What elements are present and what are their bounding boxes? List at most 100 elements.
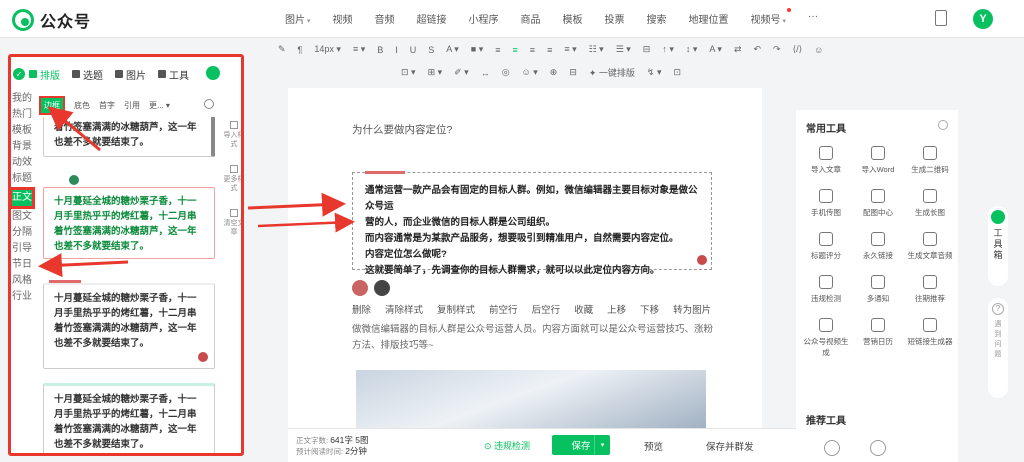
toolbar-button[interactable]: ↔ (475, 68, 496, 78)
gear-icon[interactable] (938, 120, 948, 130)
block-action[interactable]: 后空行 (532, 302, 561, 316)
toolbar-button[interactable]: ¶ (292, 45, 309, 55)
toolbar-button[interactable]: ✎ (272, 44, 292, 55)
tool-item[interactable]: 标题评分 (800, 232, 852, 261)
tool-item[interactable]: 往期推荐 (904, 275, 956, 304)
nav-item[interactable]: 视频号 ▾ (740, 8, 798, 26)
category-item[interactable]: 我的 (11, 91, 33, 107)
toolbar-button[interactable]: ☷ ▾ (583, 44, 610, 55)
category-item[interactable]: 风格 (11, 273, 33, 289)
status-dot-icon[interactable] (206, 66, 220, 80)
violation-check-button[interactable]: ⊙ 违规检测 (484, 439, 530, 452)
app-logo[interactable]: 公众号 (12, 8, 91, 32)
block-action[interactable]: 复制样式 (437, 302, 475, 316)
style-subtab[interactable]: 底色 (74, 100, 90, 111)
block-action[interactable]: 下移 (640, 302, 659, 316)
nav-item[interactable]: 图片 ▾ (274, 11, 322, 26)
block-action[interactable]: 收藏 (574, 302, 593, 316)
tool-icon[interactable] (824, 440, 840, 456)
toolbar-button[interactable]: ☺ ▾ (516, 67, 544, 78)
style-card[interactable]: 十月蔓延全城的糖炒栗子香，十一月手里热乎乎的烤红薯，十二月串着竹签塞满满的冰糖葫… (43, 383, 215, 453)
tool-icon[interactable] (870, 440, 886, 456)
help-tab[interactable]: ? 遇到问题 (988, 298, 1008, 398)
panel-tool[interactable]: 更多样式 (223, 165, 241, 193)
search-icon[interactable] (204, 99, 214, 109)
toolbar-button[interactable]: ⊟ (637, 44, 657, 55)
nav-item[interactable]: 小程序 (458, 11, 510, 26)
toolbar-button[interactable]: ≡ (507, 45, 524, 55)
toolbar-button[interactable]: ⊟ (563, 67, 583, 78)
category-item[interactable]: 引导 (11, 241, 33, 257)
toolbar-button[interactable]: A ▾ (703, 44, 728, 55)
nav-item[interactable]: ··· (797, 11, 829, 26)
selected-block[interactable]: 通常运营一款产品会有固定的目标人群。例如，微信编辑器主要目标对象是做公众号运 营的… (352, 171, 712, 276)
toolbar-button[interactable]: ✦ 一键排版 (583, 66, 641, 79)
style-subtab[interactable]: 首字 (99, 100, 115, 111)
tool-item[interactable]: 导入文章 (800, 146, 852, 175)
avatar[interactable]: Y (973, 9, 993, 29)
nav-item[interactable]: 商品 (510, 11, 552, 26)
nav-item[interactable]: 音频 (364, 11, 406, 26)
toolbar-button[interactable]: ≡ ▾ (558, 44, 582, 55)
style-subtab[interactable]: 边框 (39, 95, 65, 115)
panel-tab[interactable]: 排版 (29, 67, 60, 82)
toolbar-button[interactable]: ⇄ (728, 44, 748, 55)
tool-item[interactable]: 违规检测 (800, 275, 852, 304)
doc-image[interactable] (356, 370, 706, 430)
category-item[interactable]: 标题 (11, 171, 33, 187)
toolbar-button[interactable]: I (389, 45, 404, 55)
nav-item[interactable]: 超链接 (406, 11, 458, 26)
toolbar-button[interactable]: ⟨/⟩ (787, 44, 809, 55)
style-card[interactable]: 十月蔓延全城的糖炒栗子香，十一月手里热乎乎的烤红薯，十二月串着竹签塞满满的冰糖葫… (43, 283, 215, 369)
panel-tool[interactable]: 导入样式 (223, 121, 241, 149)
toolbar-button[interactable]: ⊞ ▾ (422, 67, 449, 78)
toolbar-button[interactable]: ✐ ▾ (448, 67, 475, 78)
phone-preview-icon[interactable] (935, 10, 947, 26)
toolbar-button[interactable]: ↶ (747, 44, 767, 55)
style-card[interactable]: 十月蔓延全城的糖炒栗子香，十一月手里热乎乎的烤红薯，十二月串着竹签塞满满的冰糖葫… (43, 187, 215, 259)
toolbar-button[interactable]: ☺ (808, 45, 829, 55)
toolbar-button[interactable]: ⊡ (667, 67, 687, 78)
panel-tab[interactable]: 图片 (115, 67, 146, 82)
toolbox-tab[interactable]: 工具箱 (988, 206, 1008, 286)
nav-item[interactable]: 模板 (552, 11, 594, 26)
toolbar-button[interactable]: U (404, 45, 423, 55)
nav-item[interactable]: 投票 (594, 11, 636, 26)
toolbar-button[interactable]: ≡ ▾ (347, 44, 371, 55)
save-options-chevron-icon[interactable]: ▾ (594, 435, 610, 455)
style-subtab[interactable]: 更... ▾ (149, 100, 170, 111)
toolbar-button[interactable]: B (371, 45, 389, 55)
preview-button[interactable]: 预览 (644, 439, 663, 453)
category-item[interactable]: 分隔 (11, 225, 33, 241)
toolbar-button[interactable]: ◎ (496, 67, 516, 78)
toolbar-button[interactable]: ⊡ ▾ (395, 67, 422, 78)
tool-item[interactable]: 永久链接 (852, 232, 904, 261)
style-subtab[interactable]: 引用 (124, 100, 140, 111)
category-item[interactable]: 模板 (11, 123, 33, 139)
block-action[interactable]: 清除样式 (385, 302, 423, 316)
category-item[interactable]: 行业 (11, 289, 33, 305)
tool-item[interactable]: 导入Word (852, 146, 904, 175)
toolbar-button[interactable]: ↷ (767, 44, 787, 55)
toolbar-button[interactable]: S (422, 45, 440, 55)
toolbar-button[interactable]: ☰ ▾ (610, 44, 637, 55)
toolbar-button[interactable]: ↯ ▾ (641, 67, 668, 78)
category-item[interactable]: 热门 (11, 107, 33, 123)
block-action[interactable]: 前空行 (489, 302, 518, 316)
tool-item[interactable]: 短链接生成器 (904, 318, 956, 358)
category-item[interactable]: 节日 (11, 257, 33, 273)
nav-item[interactable]: 视频 (322, 11, 364, 26)
color-swatch-dark[interactable] (374, 280, 390, 296)
panel-tab[interactable]: 工具 (158, 67, 189, 82)
panel-tool[interactable]: 清空文章 (223, 209, 241, 237)
block-action[interactable]: 转为图片 (673, 302, 711, 316)
category-item[interactable]: 正文 (11, 187, 35, 209)
toolbar-button[interactable]: ≡ (489, 45, 506, 55)
nav-item[interactable]: 地理位置 (678, 11, 740, 26)
save-send-button[interactable]: 保存并群发 (706, 439, 754, 453)
style-card[interactable]: 着竹签塞满满的冰糖葫芦，这一年也差不多就要结束了。 (43, 117, 215, 157)
toolbar-button[interactable]: ≡ (524, 45, 541, 55)
tool-item[interactable]: 生成二维码 (904, 146, 956, 175)
tool-item[interactable]: 手机传图 (800, 189, 852, 218)
tool-item[interactable]: 公众号视频生成 (800, 318, 852, 358)
